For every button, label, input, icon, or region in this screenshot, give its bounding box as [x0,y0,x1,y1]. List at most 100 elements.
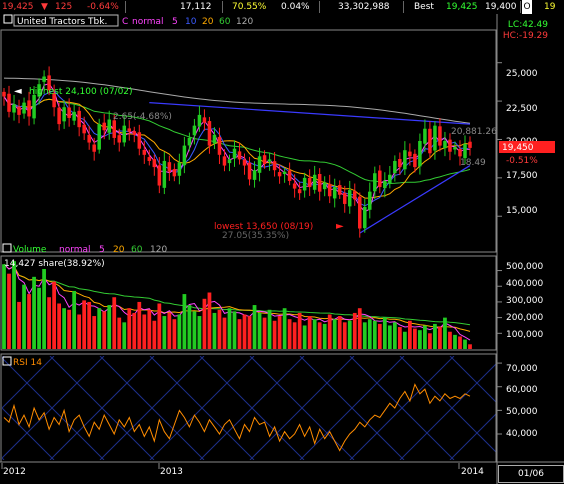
candle [232,148,237,159]
volume-bar [97,308,102,349]
candle [438,126,442,146]
candle [373,173,377,192]
rsi-grid-line [550,356,564,460]
volume-legend-normal: normal [59,245,91,255]
volume-bar [367,319,372,349]
volume-bar [463,339,467,349]
volume-bar [428,333,432,349]
volume-bar [242,314,247,349]
volume-bar [107,305,112,349]
volume-bar [77,314,82,349]
volume-bar [7,273,11,349]
candle [42,76,46,82]
candle [292,183,297,189]
volume-bar [127,308,132,349]
rsi-line [3,383,471,452]
volume-bar [448,331,452,349]
candle [177,162,182,176]
date-readout: 01/06 [498,465,564,483]
volume-bar [42,268,46,349]
stock-chart[interactable]: United Tractors Tbk. C normal 5 10 20 60… [0,14,564,484]
volume-bar [292,322,297,349]
menu-icon[interactable] [3,14,13,24]
volume-bar [177,314,182,349]
volume-bar [12,261,16,349]
volume-bar [67,309,72,349]
candle [297,189,302,194]
volume-bar [237,319,242,349]
candle [97,124,101,150]
candle [182,145,187,166]
volume-share-label: 14,427 share(38.92%) [4,259,105,269]
rsi-menu-icon[interactable] [2,356,12,366]
volume-bar [423,325,427,349]
rsi-grid-line [2,407,55,460]
volume-bar [52,281,56,349]
candle [32,94,36,119]
candle [27,100,31,117]
volume-bar [357,308,362,349]
candle [252,170,257,180]
volume-bar [453,334,457,349]
volume-tick-label: 200,000 [506,313,543,323]
candle [317,173,322,192]
candle [82,124,86,134]
volume-bar [82,300,87,349]
candle [277,172,282,177]
candle [107,119,111,133]
candle [62,107,66,122]
rsi-tick-label: 50,000 [506,407,538,417]
candle [57,107,61,125]
volume-legend-ma120: 120 [150,245,167,255]
volume-bar [362,322,367,349]
candle [368,191,372,210]
volume-bar [468,344,472,349]
candle [287,170,292,181]
volume-bar [112,297,117,349]
candle [468,141,472,148]
candle [172,169,177,177]
legend-ma20: 20 [202,17,214,27]
legend-ma5: 5 [172,17,178,27]
best-ask: 19,400 [485,2,517,12]
volume-bar [132,312,137,349]
volume-bar [57,303,61,349]
candle [127,128,132,132]
volume-bar [287,319,292,349]
last-price-marker-label: 19,450 [502,143,534,153]
down-arrow-icon: ▼ [41,2,48,12]
volume-legend-ma5: 5 [99,245,105,255]
volume-menu-icon[interactable] [2,243,12,253]
volume-bar [282,308,287,349]
volume-tick-label: 300,000 [506,296,543,306]
volume-bar [162,316,167,349]
price-change: 125 [55,2,73,12]
candle [403,150,407,170]
volume-bar [317,322,322,349]
candle [237,151,242,160]
volume-bar [297,312,302,349]
price-tick-label: 22,500 [506,104,538,114]
volume-bar [117,317,122,349]
price-panel-frame [0,29,497,253]
volume-tick-label: 400,000 [506,279,543,289]
volume-bar [207,292,212,349]
trade-value: 33,302,988 [338,2,390,12]
volume-bar [157,303,162,349]
volume-bar [212,312,217,349]
volume-bar [322,323,327,349]
candle [92,144,96,152]
volume-bar [22,284,26,349]
volume-tick-label: 500,000 [506,262,543,272]
candle [87,134,91,143]
volume-legend-ma60: 60 [131,245,143,255]
rsi-grid-line [550,356,564,460]
volume-bar [192,311,197,349]
candle [423,128,427,144]
candle [463,144,467,159]
candle [227,159,232,164]
legend-ma60: 60 [219,17,231,27]
candle [102,122,106,131]
price-tick-label: 17,500 [506,171,538,181]
candle [212,134,217,144]
